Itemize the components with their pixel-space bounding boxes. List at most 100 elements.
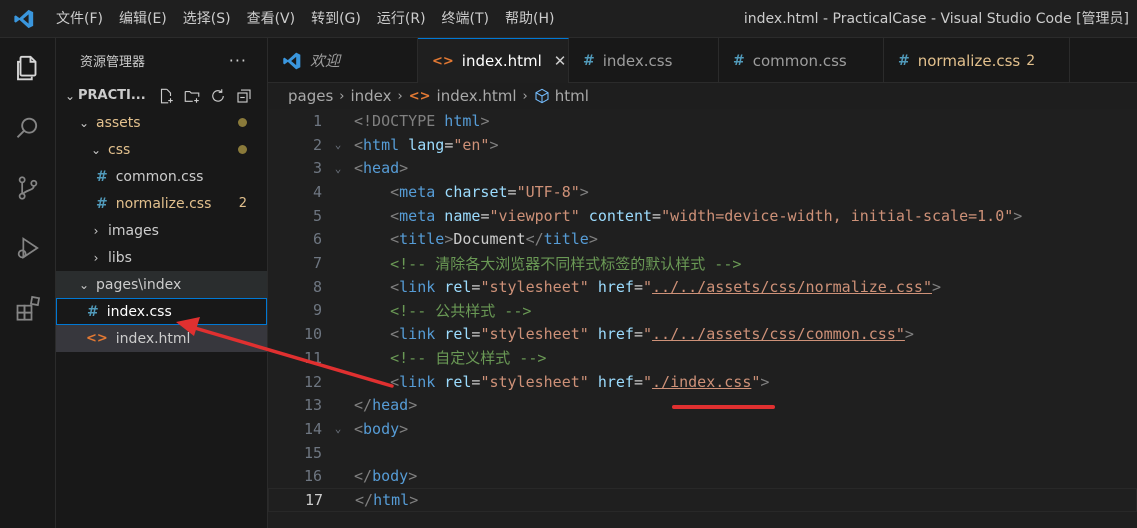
code-line[interactable]: 2 ⌄ <html lang="en"> <box>268 133 1137 157</box>
code-line[interactable]: 3 ⌄ <head> <box>268 156 1137 180</box>
css-file-icon: # <box>87 303 99 320</box>
code-token: "viewport" <box>489 206 580 225</box>
breadcrumb-item[interactable]: index <box>350 87 391 105</box>
code-token: link <box>399 277 436 296</box>
fold-chevron-icon[interactable]: ⌄ <box>322 422 354 435</box>
code-line[interactable]: 10 <link rel="stylesheet" href="../../as… <box>268 322 1137 346</box>
code-token: "en" <box>453 135 490 154</box>
line-number: 8 <box>312 277 322 296</box>
folder-label: pages\index <box>96 276 182 293</box>
code-token: link <box>399 325 436 344</box>
close-icon[interactable]: ✕ <box>554 52 567 70</box>
title-bar: 文件(F) 编辑(E) 选择(S) 查看(V) 转到(G) 运行(R) 终端(T… <box>0 0 1137 38</box>
code-line[interactable]: 5 <meta name="viewport" content="width=d… <box>268 204 1137 228</box>
code-line[interactable]: 14 ⌄ <body> <box>268 417 1137 441</box>
line-number: 9 <box>312 301 322 320</box>
chevron-right-icon: › <box>339 88 345 104</box>
code-token: "stylesheet" <box>480 277 589 296</box>
code-token: title <box>399 230 445 249</box>
code-comment: <!-- 自定义样式 --> <box>390 349 547 368</box>
fold-chevron-icon[interactable]: ⌄ <box>322 162 354 175</box>
code-line[interactable]: 7 <!-- 清除各大浏览器不同样式标签的默认样式 --> <box>268 251 1137 275</box>
problem-count-badge: 2 <box>238 196 247 211</box>
tab-label: common.css <box>752 51 847 70</box>
breadcrumb-item[interactable]: html <box>555 87 589 105</box>
code-link[interactable]: ../../assets/css/normalize.css <box>652 278 923 296</box>
code-token: href <box>588 325 634 344</box>
code-line[interactable]: 8 <link rel="stylesheet" href="../../ass… <box>268 275 1137 299</box>
code-comment: <!-- 清除各大浏览器不同样式标签的默认样式 --> <box>390 254 742 273</box>
code-line[interactable]: 1 <!DOCTYPE html> <box>268 109 1137 133</box>
project-folder-row[interactable]: ⌄ PRACTI... <box>56 82 267 109</box>
line-number: 10 <box>303 325 322 344</box>
code-line[interactable]: 12 <link rel="stylesheet" href="./index.… <box>268 370 1137 394</box>
file-common-css[interactable]: # common.css <box>56 163 267 190</box>
code-line-current[interactable]: 17 </html> <box>268 488 1137 512</box>
code-token: <!DOCTYPE <box>354 111 436 130</box>
file-index-css[interactable]: # index.css <box>56 298 267 325</box>
code-line[interactable]: 11 <!-- 自定义样式 --> <box>268 346 1137 370</box>
fold-chevron-icon[interactable]: ⌄ <box>322 138 354 151</box>
vscode-logo-icon[interactable] <box>0 0 48 38</box>
tab-index-html[interactable]: <> index.html ✕ <box>418 38 569 83</box>
extensions-icon[interactable] <box>0 278 56 338</box>
explorer-icon[interactable] <box>0 38 56 98</box>
file-index-html[interactable]: <> index.html <box>56 325 267 352</box>
source-control-icon[interactable] <box>0 158 56 218</box>
file-normalize-css[interactable]: # normalize.css 2 <box>56 190 267 217</box>
run-debug-icon[interactable] <box>0 218 56 278</box>
code-line[interactable]: 6 <title>Document</title> <box>268 228 1137 252</box>
tab-index-css[interactable]: # index.css <box>569 38 719 83</box>
collapse-all-icon[interactable] <box>234 86 254 106</box>
folder-label: libs <box>108 249 132 266</box>
menu-view[interactable]: 查看(V) <box>239 0 304 38</box>
folder-label: css <box>108 141 131 158</box>
code-token: lang <box>399 135 445 154</box>
tab-normalize-css[interactable]: # normalize.css 2 <box>884 38 1070 83</box>
code-token: body <box>363 419 400 438</box>
line-number: 16 <box>303 467 322 486</box>
new-file-icon[interactable] <box>156 86 176 106</box>
menu-go[interactable]: 转到(G) <box>303 0 369 38</box>
code-comment: <!-- 公共样式 --> <box>390 301 532 320</box>
breadcrumb-item[interactable]: pages <box>288 87 333 105</box>
html-file-icon: <> <box>408 88 431 104</box>
code-editor[interactable]: 1 <!DOCTYPE html> 2 ⌄ <html lang="en"> 3 ⌄… <box>268 109 1137 528</box>
search-icon[interactable] <box>0 98 56 158</box>
code-link[interactable]: ./index.css <box>652 373 751 391</box>
code-line[interactable]: 15 <box>268 441 1137 465</box>
menu-file[interactable]: 文件(F) <box>48 0 111 38</box>
explorer-toolbar <box>156 86 254 106</box>
menu-selection[interactable]: 选择(S) <box>175 0 239 38</box>
code-link[interactable]: ../../assets/css/common.css <box>652 325 896 343</box>
code-token: " <box>643 372 653 391</box>
menu-edit[interactable]: 编辑(E) <box>111 0 175 38</box>
folder-libs[interactable]: › libs <box>56 244 267 271</box>
breadcrumb-item[interactable]: index.html <box>437 87 517 105</box>
menu-run[interactable]: 运行(R) <box>369 0 434 38</box>
tab-welcome[interactable]: 欢迎 <box>268 38 418 83</box>
modified-dot <box>238 145 247 154</box>
file-label: common.css <box>115 168 204 185</box>
code-token: title <box>543 230 589 249</box>
menu-bar: 文件(F) 编辑(E) 选择(S) 查看(V) 转到(G) 运行(R) 终端(T… <box>48 0 562 38</box>
line-number: 6 <box>312 230 322 249</box>
menu-help[interactable]: 帮助(H) <box>497 0 562 38</box>
folder-css[interactable]: ⌄ css <box>56 136 267 163</box>
code-line[interactable]: 16 </body> <box>268 465 1137 489</box>
new-folder-icon[interactable] <box>182 86 202 106</box>
menu-terminal[interactable]: 终端(T) <box>434 0 497 38</box>
folder-assets[interactable]: ⌄ assets <box>56 109 267 136</box>
more-actions-icon[interactable]: ··· <box>229 51 247 70</box>
refresh-icon[interactable] <box>208 86 228 106</box>
code-line[interactable]: 9 <!-- 公共样式 --> <box>268 299 1137 323</box>
folder-pages-index[interactable]: ⌄ pages\index <box>56 271 267 298</box>
folder-images[interactable]: › images <box>56 217 267 244</box>
line-number: 11 <box>303 348 322 367</box>
code-token: charset <box>435 182 508 201</box>
code-token: " <box>643 277 653 296</box>
file-label: normalize.css <box>115 195 212 212</box>
code-line[interactable]: 4 <meta charset="UTF-8"> <box>268 180 1137 204</box>
code-token: > <box>480 111 490 130</box>
tab-common-css[interactable]: # common.css <box>719 38 884 83</box>
